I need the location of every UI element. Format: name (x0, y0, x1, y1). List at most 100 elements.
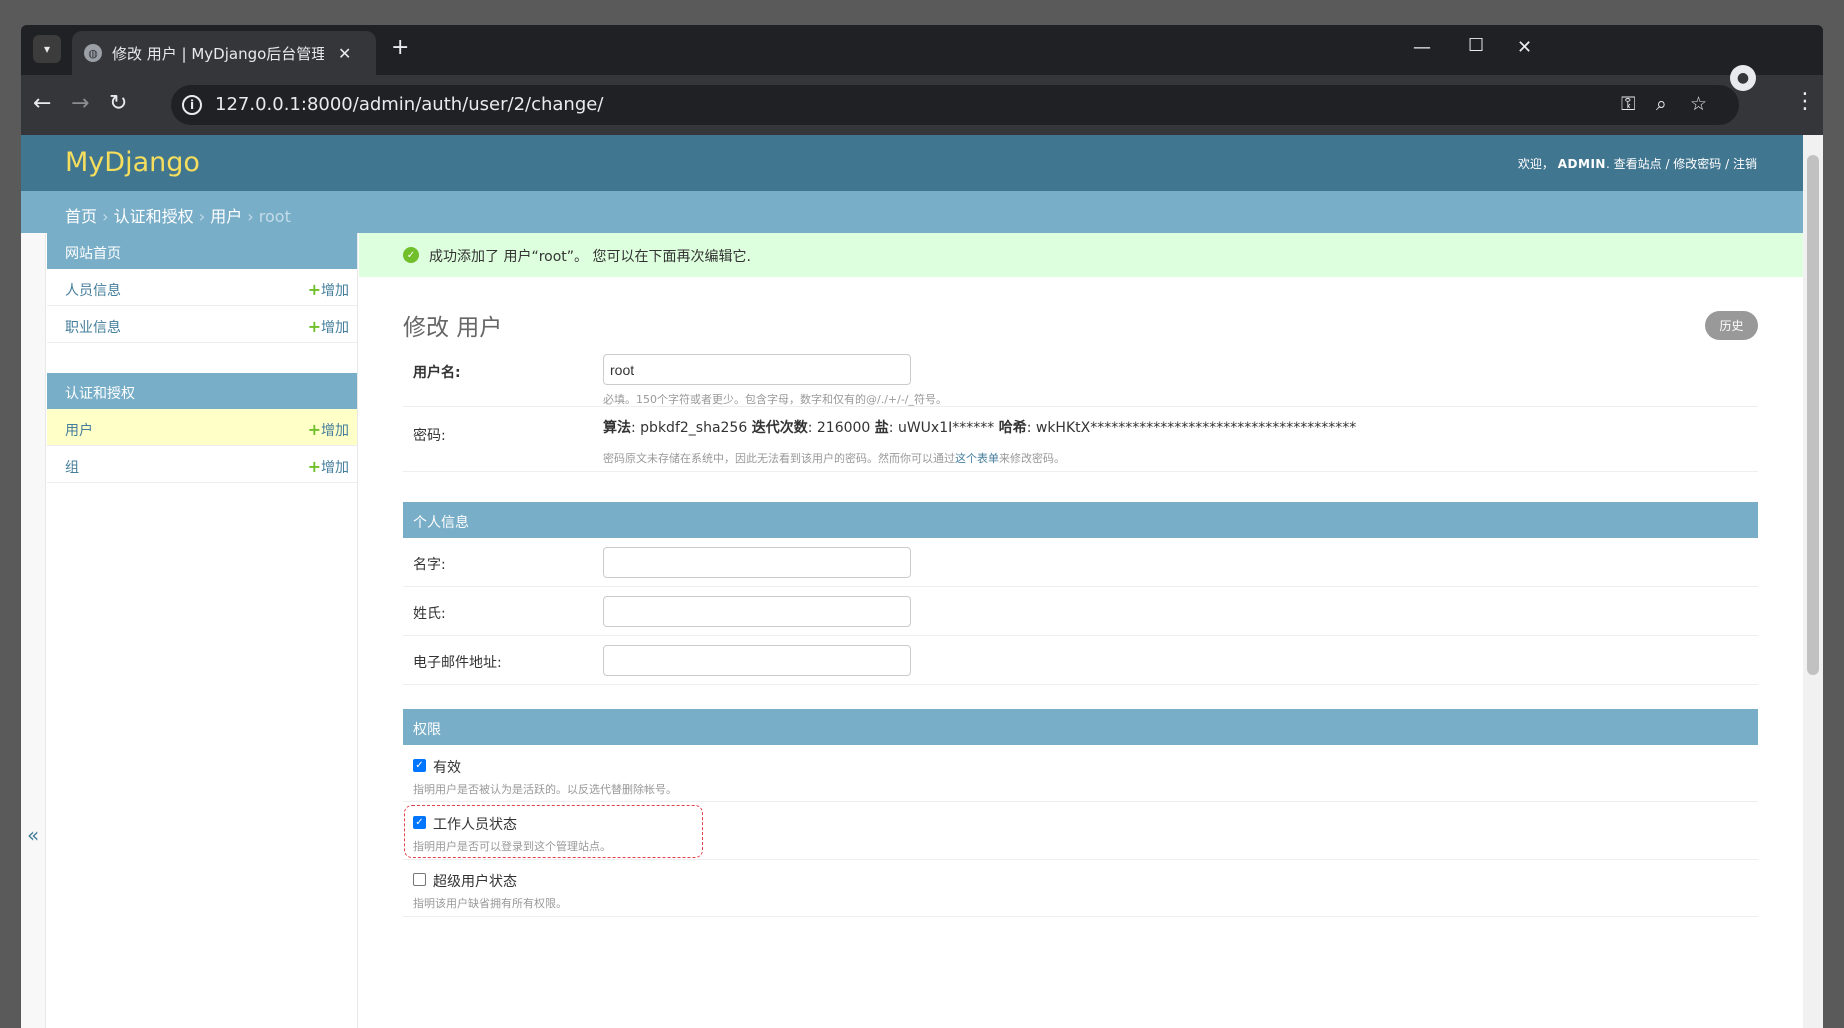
username-row: 用户名: 必填。150个字符或者更少。包含字母，数字和仅有的@/./+/-/_符… (403, 343, 1758, 407)
browser-tab[interactable]: ◍ 修改 用户 | MyDjango后台管理 ✕ (72, 31, 376, 75)
sidebar-toggle[interactable]: « (21, 233, 46, 1028)
sidebar-item-label[interactable]: 职业信息 (65, 317, 121, 337)
add-label: 增加 (321, 283, 349, 299)
key-icon[interactable]: ⚿ (1621, 93, 1635, 115)
module-caption-site[interactable]: 网站首页 (47, 233, 357, 269)
username-help: 必填。150个字符或者更少。包含字母，数字和仅有的@/./+/-/_符号。 (603, 393, 948, 406)
breadcrumb-sep: › (242, 207, 259, 226)
breadcrumb-current: root (258, 207, 291, 226)
new-tab-plus-icon[interactable]: + (391, 35, 409, 60)
page-scrollbar[interactable] (1803, 135, 1823, 1028)
collapse-chevron-icon[interactable]: « (27, 823, 39, 847)
url-text[interactable]: 127.0.0.1:8000/admin/auth/user/2/change/ (215, 94, 603, 115)
minimize-icon[interactable]: — (1413, 37, 1431, 58)
breadcrumb-home[interactable]: 首页 (65, 207, 97, 226)
add-link[interactable]: +增加 (308, 457, 349, 477)
superuser-help: 指明该用户缺省拥有所有权限。 (413, 897, 567, 910)
browser-window: ▾ ◍ 修改 用户 | MyDjango后台管理 ✕ + — ☐ ✕ ← → ↻… (21, 25, 1823, 1028)
breadcrumb-model[interactable]: 用户 (210, 207, 242, 226)
algo-value: pbkdf2_sha256 (640, 420, 748, 436)
back-arrow-icon[interactable]: ← (33, 91, 51, 116)
page-title: 修改 用户 (403, 315, 503, 341)
superuser-checkbox[interactable] (413, 873, 426, 886)
hash-label: 哈希 (998, 420, 1027, 436)
staff-row: ✓ 工作人员状态 指明用户是否可以登录到这个管理站点。 (403, 802, 1758, 860)
main-content: ✓ 成功添加了 用户“root”。 您可以在下面再次编辑它. 修改 用户 历史 … (359, 233, 1803, 1028)
user-tools: 欢迎， ADMIN. 查看站点 / 修改密码 / 注销 (1517, 157, 1757, 171)
salt-label: 盐 (874, 420, 889, 436)
sidebar-item-occupation[interactable]: 职业信息 +增加 (47, 306, 357, 343)
add-link[interactable]: +增加 (308, 280, 349, 300)
change-password-link[interactable]: 修改密码 (1673, 157, 1721, 171)
browser-toolbar: ← → ↻ i 127.0.0.1:8000/admin/auth/user/2… (21, 65, 1823, 135)
plus-icon: + (307, 317, 321, 336)
menu-kebab-icon[interactable]: ⋮ (1794, 89, 1816, 114)
address-bar[interactable]: i 127.0.0.1:8000/admin/auth/user/2/chang… (171, 85, 1739, 125)
bookmark-star-icon[interactable]: ☆ (1690, 93, 1707, 115)
site-info-icon[interactable]: i (182, 95, 202, 115)
module-caption-auth[interactable]: 认证和授权 (47, 373, 357, 409)
reload-icon[interactable]: ↻ (109, 91, 127, 116)
staff-label[interactable]: 工作人员状态 (433, 814, 517, 834)
module-spacer (47, 343, 357, 373)
separator: / (1721, 157, 1733, 171)
last-name-row: 姓氏: (403, 587, 1758, 636)
add-label: 增加 (321, 423, 349, 439)
sidebar-nav: 网站首页 人员信息 +增加 职业信息 +增加 认证和授权 用户 +增加 组 +增… (47, 233, 358, 1028)
active-label[interactable]: 有效 (433, 757, 461, 777)
sidebar-item-person[interactable]: 人员信息 +增加 (47, 269, 357, 306)
sidebar-item-label[interactable]: 人员信息 (65, 280, 121, 300)
password-help: 密码原文未存储在系统中，因此无法看到该用户的密码。然而你可以通过这个表单来修改密… (603, 450, 1065, 466)
fieldset-personal-info: 个人信息 (403, 502, 1758, 538)
breadcrumb: 首页 › 认证和授权 › 用户 › root (21, 191, 1803, 233)
zoom-icon[interactable]: ⌕ (1656, 93, 1667, 115)
superuser-label[interactable]: 超级用户状态 (433, 871, 517, 891)
history-button[interactable]: 历史 (1705, 311, 1758, 340)
site-brand[interactable]: MyDjango (65, 147, 200, 178)
algo-label: 算法 (603, 420, 631, 436)
sidebar-item-users[interactable]: 用户 +增加 (47, 409, 357, 446)
add-link[interactable]: +增加 (308, 317, 349, 337)
username-input[interactable] (603, 354, 911, 385)
first-name-input[interactable] (603, 547, 911, 578)
add-label: 增加 (321, 460, 349, 476)
tab-close-icon[interactable]: ✕ (338, 44, 351, 63)
add-link[interactable]: +增加 (308, 420, 349, 440)
email-field[interactable] (603, 645, 911, 676)
scroll-thumb[interactable] (1807, 155, 1819, 675)
tab-search-chevron-icon[interactable]: ▾ (33, 35, 61, 63)
separator: / (1661, 157, 1674, 171)
welcome-text: 欢迎， (1517, 157, 1554, 171)
email-row: 电子邮件地址: (403, 636, 1758, 685)
forward-arrow-icon[interactable]: → (71, 91, 89, 116)
tab-bar: ▾ ◍ 修改 用户 | MyDjango后台管理 ✕ + — ☐ ✕ (21, 25, 1823, 75)
plus-icon: + (307, 457, 321, 476)
sidebar-item-label[interactable]: 组 (65, 457, 79, 477)
staff-checkbox[interactable]: ✓ (413, 816, 426, 829)
breadcrumb-app[interactable]: 认证和授权 (114, 207, 194, 226)
password-help-suffix: 来修改密码。 (999, 452, 1065, 465)
breadcrumb-sep: › (193, 207, 211, 226)
logout-link[interactable]: 注销 (1733, 157, 1757, 171)
sidebar-item-label[interactable]: 用户 (65, 420, 93, 440)
view-site-link[interactable]: 查看站点 (1614, 157, 1662, 171)
profile-icon[interactable]: ● (1730, 65, 1756, 91)
iter-label: 迭代次数 (751, 420, 808, 436)
password-hash-summary: 算法: pbkdf2_sha256 迭代次数: 216000 盐: uWUx1I… (603, 420, 1357, 436)
username-label: 用户名: (413, 365, 461, 381)
password-help-text: 密码原文未存储在系统中，因此无法看到该用户的密码。然而你可以通过 (603, 452, 955, 465)
salt-value: uWUx1I****** (897, 420, 995, 436)
iter-value: 216000 (816, 420, 871, 436)
last-name-input[interactable] (603, 596, 911, 627)
sidebar-item-groups[interactable]: 组 +增加 (47, 446, 357, 483)
email-label: 电子邮件地址: (413, 655, 502, 671)
active-checkbox[interactable]: ✓ (413, 759, 426, 772)
maximize-icon[interactable]: ☐ (1468, 35, 1484, 56)
window-close-icon[interactable]: ✕ (1517, 37, 1532, 58)
superuser-row: 超级用户状态 指明该用户缺省拥有所有权限。 (403, 860, 1758, 917)
globe-icon: ◍ (84, 44, 102, 62)
hash-value: wkHKtX**********************************… (1035, 420, 1357, 436)
first-name-row: 名字: (403, 538, 1758, 587)
change-password-form-link[interactable]: 这个表单 (955, 452, 999, 465)
add-label: 增加 (321, 320, 349, 336)
